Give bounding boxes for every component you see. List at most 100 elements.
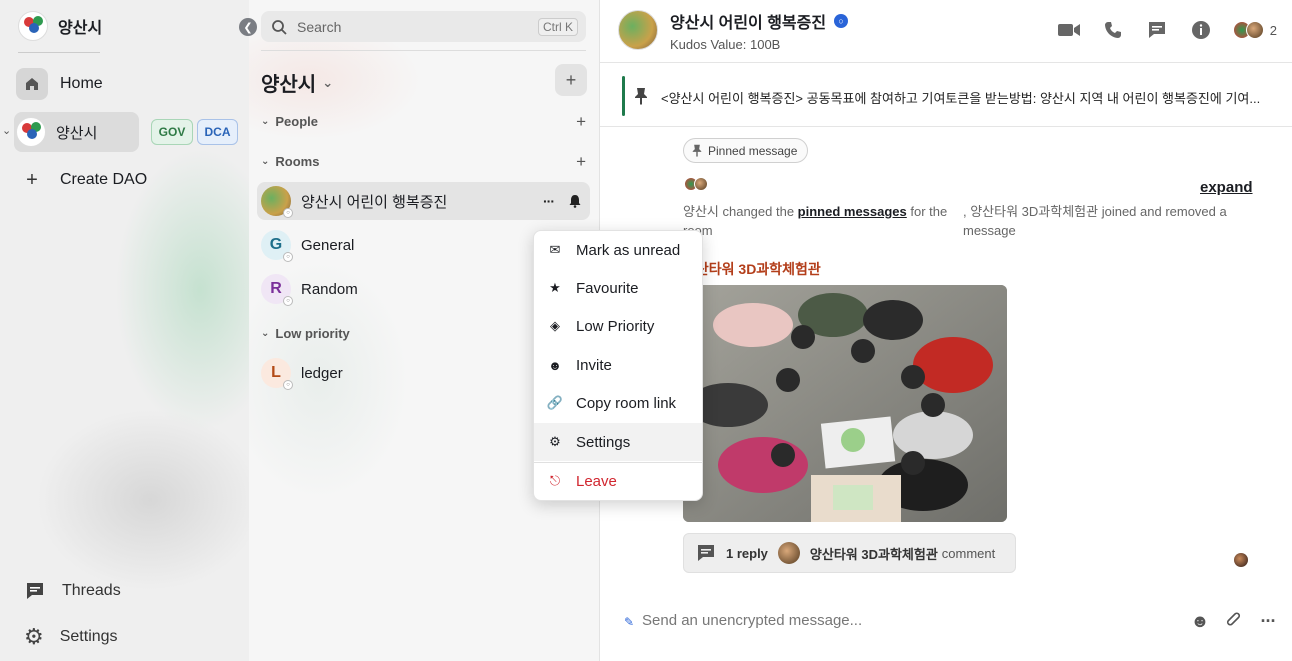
create-dao-label: Create DAO (60, 171, 148, 188)
section-label: Rooms (275, 154, 320, 169)
member-count: 2 (1269, 22, 1277, 38)
plus-icon: + (565, 69, 577, 90)
envelope-icon: ✉ (549, 242, 561, 257)
message-composer[interactable]: ✎ Send an unencrypted message... ☻ ··· (600, 600, 1292, 642)
unencrypted-icon: ✎ (624, 615, 635, 629)
pin-icon (634, 87, 648, 110)
search-input[interactable]: Search Ctrl K (261, 11, 586, 42)
room-context-menu: ✉ Mark as unread ★ Favourite ◈ Low Prior… (533, 230, 703, 501)
read-receipt-avatar[interactable] (1234, 553, 1248, 567)
section-people[interactable]: ⌄ People + (261, 112, 586, 132)
bell-icon[interactable] (568, 194, 582, 208)
space-menu-button[interactable]: 양산시 ⌄ (261, 68, 333, 97)
chevron-down-icon: ⌄ (261, 328, 270, 339)
menu-item-label: Invite (576, 356, 612, 374)
search-shortcut: Ctrl K (538, 18, 578, 36)
message-image[interactable] (683, 285, 1007, 522)
create-dao-button[interactable]: + Create DAO (16, 164, 147, 196)
threads-label: Threads (62, 582, 121, 599)
add-rooms-button[interactable]: + (576, 152, 586, 172)
room-avatar: L ○ (261, 358, 293, 390)
video-call-icon[interactable] (1057, 18, 1081, 42)
chevron-down-icon[interactable]: ⌄ (2, 124, 11, 137)
pinned-message-banner[interactable]: <양산시 어린이 행복증진> 공동목표에 참여하고 기여토큰을 받는방법: 양산… (600, 62, 1292, 127)
menu-item-invite[interactable]: ☻ Invite (534, 346, 702, 384)
chevron-down-icon: ⌄ (322, 74, 334, 90)
composer-placeholder[interactable]: Send an unencrypted message... (642, 612, 862, 629)
gear-icon: ⚙ (24, 624, 44, 649)
menu-item-label: Copy room link (576, 394, 677, 412)
divider (261, 50, 586, 51)
settings-label: Settings (59, 628, 118, 645)
room-avatar[interactable] (618, 10, 658, 50)
settings-nav-item[interactable]: ⚙ Settings (24, 624, 118, 650)
info-icon[interactable] (1189, 18, 1213, 42)
threads-nav-item[interactable]: Threads (24, 580, 121, 602)
search-icon (272, 19, 287, 35)
menu-item-mark-unread[interactable]: ✉ Mark as unread (534, 231, 702, 269)
app-title: 양산시 (58, 20, 103, 37)
section-label: Low priority (275, 326, 350, 341)
globe-icon: ○ (283, 252, 293, 262)
room-item-children-happiness[interactable]: ○ 양산시 어린이 행복증진 ··· (257, 182, 590, 220)
pinned-messages-link[interactable]: pinned messages (798, 204, 907, 219)
globe-icon: ○ (283, 380, 293, 390)
menu-item-favourite[interactable]: ★ Favourite (534, 269, 702, 307)
room-avatar: G ○ (261, 230, 293, 262)
pinned-message-chip[interactable]: Pinned message (683, 138, 809, 163)
menu-item-low-priority[interactable]: ◈ Low Priority (534, 307, 702, 345)
thread-summary[interactable]: 1 reply 양산타워 3D과학체험관 comment (683, 533, 1016, 573)
menu-item-settings[interactable]: ⚙ Settings (534, 423, 702, 461)
event-avatars (684, 177, 708, 191)
space-item-yangsan[interactable]: 양산시 (14, 112, 139, 152)
attachment-icon[interactable] (1223, 610, 1245, 632)
threads-icon[interactable] (1145, 18, 1169, 42)
room-header[interactable]: 양산시 어린이 행복증진 ○ Kudos Value: 100B 2 (600, 0, 1292, 62)
menu-item-copy-link[interactable]: 🔗 Copy room link (534, 384, 702, 422)
member-facepile[interactable]: 2 (1232, 21, 1277, 39)
globe-icon: ○ (834, 14, 849, 28)
chevron-left-icon: ❮ (243, 21, 253, 34)
room-avatar: R ○ (261, 274, 293, 306)
chevron-down-icon: ⌄ (261, 116, 270, 127)
more-options-icon[interactable]: ··· (1257, 610, 1279, 632)
app-logo (18, 11, 48, 41)
menu-item-label: Low Priority (576, 317, 655, 335)
phone-icon[interactable] (1101, 18, 1125, 42)
divider (18, 52, 100, 53)
space-avatar (16, 117, 46, 147)
room-title: 양산시 어린이 행복증진 ○ (670, 9, 849, 33)
menu-item-label: Leave (576, 472, 617, 490)
dca-badge[interactable]: DCA (197, 119, 238, 145)
globe-icon: ○ (283, 296, 293, 306)
gear-icon: ⚙ (549, 434, 561, 449)
add-people-button[interactable]: + (576, 112, 586, 132)
room-name: Random (301, 280, 358, 298)
gov-badge[interactable]: GOV (151, 119, 193, 145)
room-name: 양산시 어린이 행복증진 (301, 193, 448, 211)
pinned-message-text: <양산시 어린이 행복증진> 공동목표에 참여하고 기여토큰을 받는방법: 양산… (661, 91, 1261, 106)
threads-icon (698, 545, 714, 561)
space-label: 양산시 (56, 124, 98, 142)
leave-icon: ⎋ (549, 473, 561, 488)
menu-item-leave[interactable]: ⎋ Leave (534, 462, 702, 500)
chip-label: Pinned message (708, 143, 798, 158)
avatar (694, 177, 708, 191)
pin-icon (692, 144, 702, 157)
more-options-icon[interactable]: ··· (543, 193, 555, 209)
thread-author: 양산타워 3D과학체험관 (809, 546, 938, 562)
home-nav-item[interactable]: Home (16, 68, 103, 100)
section-rooms[interactable]: ⌄ Rooms + (261, 152, 586, 172)
spaces-sidebar: 양산시 ❮ Home ⌄ 양산시 GOV DCA + Create DAO Th… (0, 0, 257, 661)
globe-icon: ○ (283, 208, 293, 218)
message-sender[interactable]: 양산타워 3D과학체험관 (683, 259, 821, 279)
room-subtitle: Kudos Value: 100B (670, 37, 781, 52)
search-placeholder: Search (297, 18, 342, 35)
emoji-icon[interactable]: ☻ (1189, 610, 1211, 632)
add-room-button[interactable]: + (555, 64, 587, 96)
space-name: 양산시 (261, 74, 317, 96)
room-avatar: ○ (261, 186, 293, 218)
collapse-sidebar-button[interactable]: ❮ (239, 18, 257, 36)
plus-icon: + (26, 168, 38, 191)
expand-link[interactable]: expand (1200, 179, 1253, 196)
